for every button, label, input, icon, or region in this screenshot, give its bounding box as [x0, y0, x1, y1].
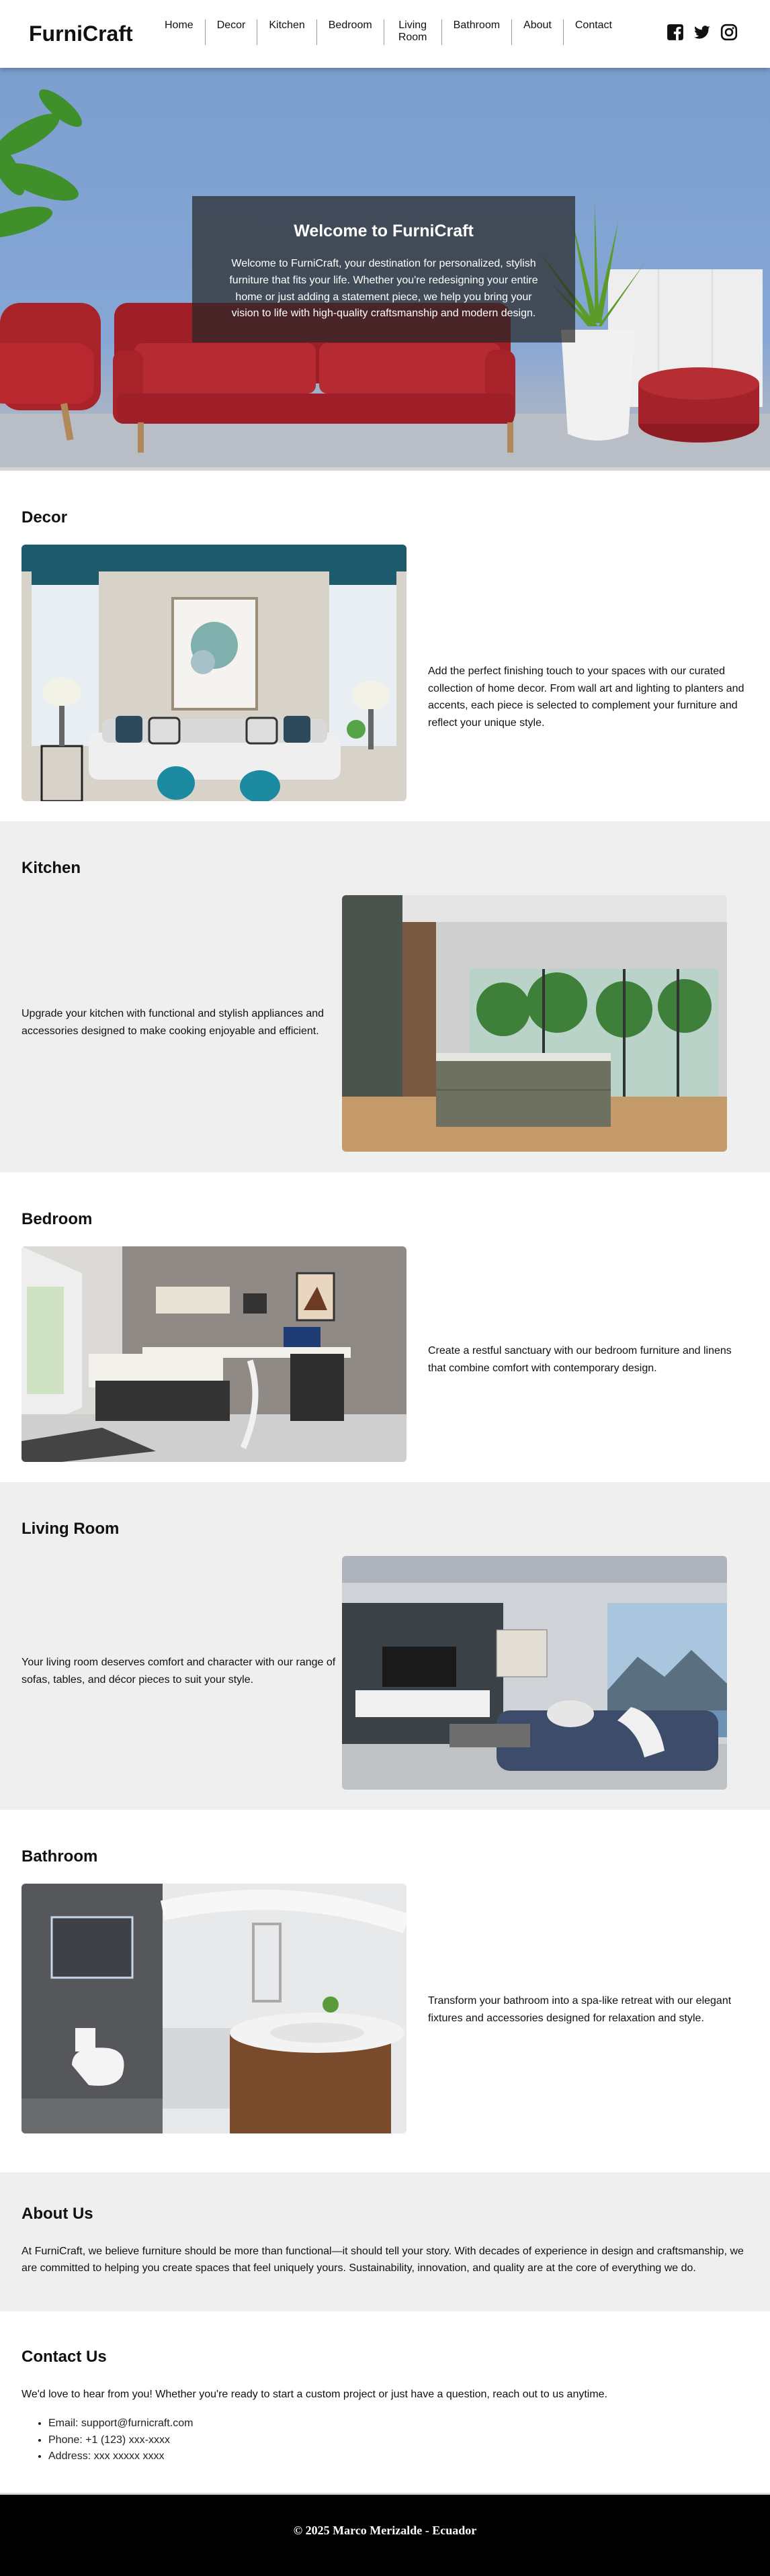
nav-contact[interactable]: Contact [562, 19, 624, 45]
site-footer: © 2025 Marco Merizalde - Ecuador [0, 2493, 770, 2576]
bathroom-image [22, 1884, 407, 2133]
section-description: Transform your bathroom into a spa-like … [428, 1995, 732, 2024]
main-nav: Home Decor Kitchen Bedroom Living Room B… [153, 19, 624, 45]
bedroom-image [22, 1246, 407, 1462]
instagram-icon[interactable] [720, 24, 738, 41]
section-title: Decor [22, 508, 68, 526]
section-bedroom: Bedroom Create a restful sanctuary with … [0, 1172, 770, 1482]
footer-copyright: © 2025 Marco Merizalde - Ecuador [293, 2524, 477, 2537]
section-description: Upgrade your kitchen with functional and… [22, 1008, 325, 1037]
nav-about[interactable]: About [511, 19, 563, 45]
decor-image [22, 545, 407, 801]
contact-email[interactable]: Email: support@furnicraft.com [48, 2416, 748, 2432]
nav-living-room[interactable]: Living Room [383, 19, 441, 45]
nav-bedroom[interactable]: Bedroom [316, 19, 384, 45]
nav-home[interactable]: Home [153, 19, 205, 45]
section-title: Bathroom [22, 1847, 98, 1866]
site-logo[interactable]: FurniCraft [29, 21, 133, 46]
section-title: Contact Us [22, 2348, 107, 2366]
social-links [667, 24, 738, 41]
kitchen-image [342, 895, 727, 1152]
contact-intro: We'd love to hear from you! Whether you'… [22, 2389, 608, 2400]
nav-decor[interactable]: Decor [204, 19, 257, 45]
contact-address: Address: xxx xxxxx xxxx [48, 2448, 748, 2465]
facebook-icon[interactable] [667, 24, 684, 41]
section-description: Add the perfect finishing touch to your … [428, 665, 744, 729]
section-living-room: Living Room Your living room deserves co… [0, 1482, 770, 1810]
twitter-icon[interactable] [693, 24, 711, 41]
hero-title: Welcome to FurniCraft [294, 222, 474, 240]
section-about: About Us At FurniCraft, we believe furni… [0, 2172, 770, 2311]
contact-phone[interactable]: Phone: +1 (123) xxx-xxxx [48, 2432, 748, 2449]
section-title: Bedroom [22, 1210, 93, 1228]
about-text: At FurniCraft, we believe furniture shou… [22, 2246, 744, 2274]
hero-banner: Welcome to FurniCraft Welcome to FurniCr… [0, 68, 770, 471]
section-title: About Us [22, 2205, 93, 2223]
living-room-image [342, 1556, 727, 1790]
nav-bathroom[interactable]: Bathroom [441, 19, 511, 45]
hero-description: Welcome to FurniCraft, your destination … [229, 258, 538, 320]
section-description: Create a restful sanctuary with our bedr… [428, 1345, 732, 1374]
nav-kitchen[interactable]: Kitchen [257, 19, 316, 45]
section-title: Kitchen [22, 859, 81, 877]
section-description: Your living room deserves comfort and ch… [22, 1657, 336, 1686]
section-title: Living Room [22, 1520, 120, 1538]
contact-list: Email: support@furnicraft.com Phone: +1 … [48, 2416, 748, 2465]
section-decor: Decor Add the perfect finishing touch to… [0, 471, 770, 821]
site-header: FurniCraft Home Decor Kitchen Bedroom Li… [0, 0, 770, 68]
hero-text-box: Welcome to FurniCraft Welcome to FurniCr… [192, 196, 575, 342]
section-bathroom: Bathroom Transform your bathroom into a … [0, 1810, 770, 2172]
section-kitchen: Kitchen Upgrade your kitchen with functi… [0, 821, 770, 1172]
section-contact: Contact Us We'd love to hear from you! W… [0, 2311, 770, 2493]
